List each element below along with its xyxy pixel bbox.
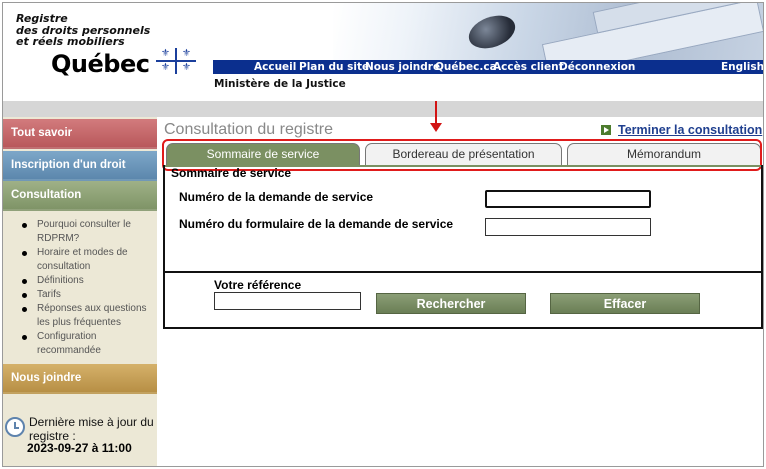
nav-plan-du-site[interactable]: Plan du site [299,60,369,74]
panel-title: Sommaire de service [171,166,292,180]
main-top-bar [157,101,763,117]
request-number-label: Numéro de la demande de service [179,190,374,204]
main-content: Consultation du registre Terminer la con… [157,101,763,466]
clock-icon [5,417,25,437]
annotation-arrow-icon [435,101,437,125]
request-number-input[interactable] [485,190,651,208]
sidebar-link-horaire[interactable]: Horaire et modes de consultation [21,246,155,274]
panel-divider [165,271,761,273]
consultation-links-list: Pourquoi consulter le RDPRM? Horaire et … [21,218,155,358]
end-consultation-link[interactable]: Terminer la consultation [618,123,762,137]
nav-accueil[interactable]: Accueil [254,60,296,74]
sidebar-link-tarifs[interactable]: Tarifs [21,288,155,302]
form-number-input[interactable] [485,218,651,236]
nav-nous-joindre[interactable]: Nous joindre [365,60,440,74]
brand-line-1: Registre [16,12,68,25]
search-button[interactable]: Rechercher [376,293,526,314]
nav-deconnexion[interactable]: Déconnexion [559,60,635,74]
nav-acces-client[interactable]: Accès client [493,60,564,74]
header-banner-image [333,3,763,61]
quebec-logo-text: Québec [51,50,150,78]
panel-header: Sommaire de service [165,165,761,180]
sidebar-item-nous-joindre[interactable]: Nous joindre [3,364,157,394]
registry-brand-text: Registre des droits personnels et réels … [16,13,150,48]
play-arrow-icon [601,125,611,135]
service-summary-panel: Sommaire de service Numéro de la demande… [163,165,763,329]
reference-input[interactable] [214,292,361,310]
sidebar-item-consultation[interactable]: Consultation [3,181,157,211]
page-frame: Registre des droits personnels et réels … [2,2,764,467]
site-header: Registre des droits personnels et réels … [3,3,763,101]
sidebar-top-bar [3,101,157,117]
clear-button[interactable]: Effacer [550,293,700,314]
quebec-flag-icon: ⚜ ⚜ ⚜ ⚜ [156,48,196,74]
sidebar-item-inscription[interactable]: Inscription d'un droit [3,151,157,181]
brand-line-3: et réels mobiliers [16,35,125,48]
sidebar-link-faq[interactable]: Réponses aux questions les plus fréquent… [21,302,155,330]
nav-quebec-ca[interactable]: Québec.ca [435,60,497,74]
page-title: Consultation du registre [164,121,333,138]
last-update-label: Dernière mise à jour du registre : [29,415,154,443]
nav-english[interactable]: English [721,60,763,74]
ministry-label: Ministère de la Justice [214,78,346,90]
annotation-arrow-head-icon [430,123,442,132]
sidebar-item-tout-savoir[interactable]: Tout savoir [3,119,157,149]
sidebar-link-configuration[interactable]: Configuration recommandée [21,330,155,358]
top-navigation: Accueil Plan du site Nous joindre Québec… [213,60,763,74]
sidebar-link-pourquoi[interactable]: Pourquoi consulter le RDPRM? [21,218,155,246]
left-sidebar: Tout savoir Inscription d'un droit Consu… [3,101,157,466]
sidebar-link-definitions[interactable]: Définitions [21,274,155,288]
last-update-date: 2023-09-27 à 11:00 [27,441,132,455]
reference-label: Votre référence [214,278,302,292]
form-number-label: Numéro du formulaire de la demande de se… [179,217,454,231]
